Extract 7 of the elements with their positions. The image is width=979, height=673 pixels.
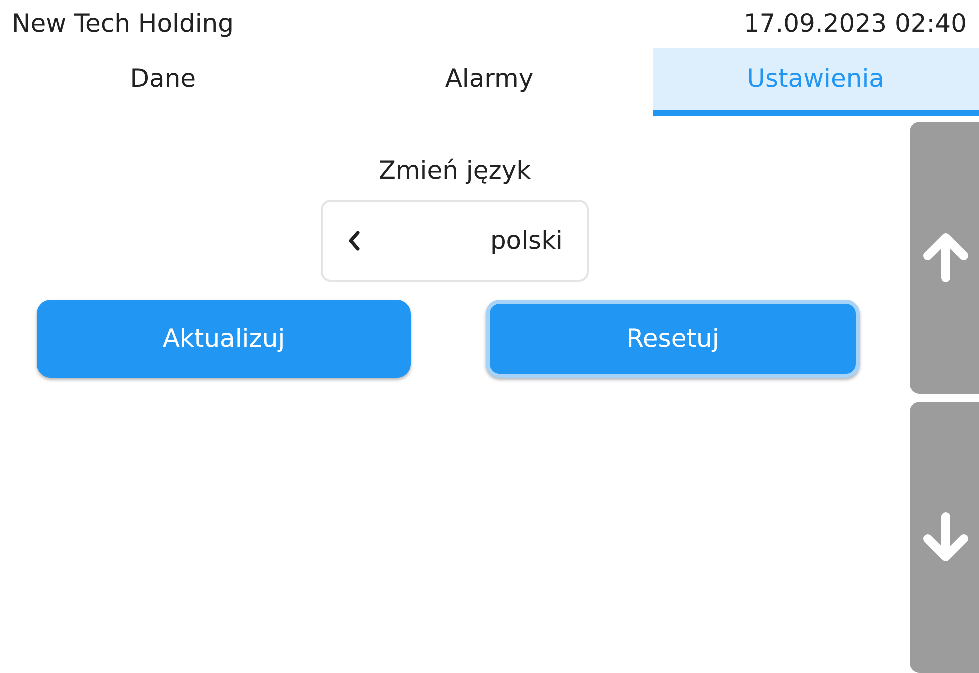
datetime: 17.09.2023 02:40 (744, 8, 967, 40)
language-selector[interactable]: polski (321, 200, 589, 282)
scroll-up-button[interactable] (910, 122, 979, 394)
chevron-left-icon (347, 230, 361, 252)
app-title: New Tech Holding (12, 8, 234, 40)
scroll-down-button[interactable] (910, 402, 979, 673)
language-label: Zmień język (378, 155, 532, 187)
